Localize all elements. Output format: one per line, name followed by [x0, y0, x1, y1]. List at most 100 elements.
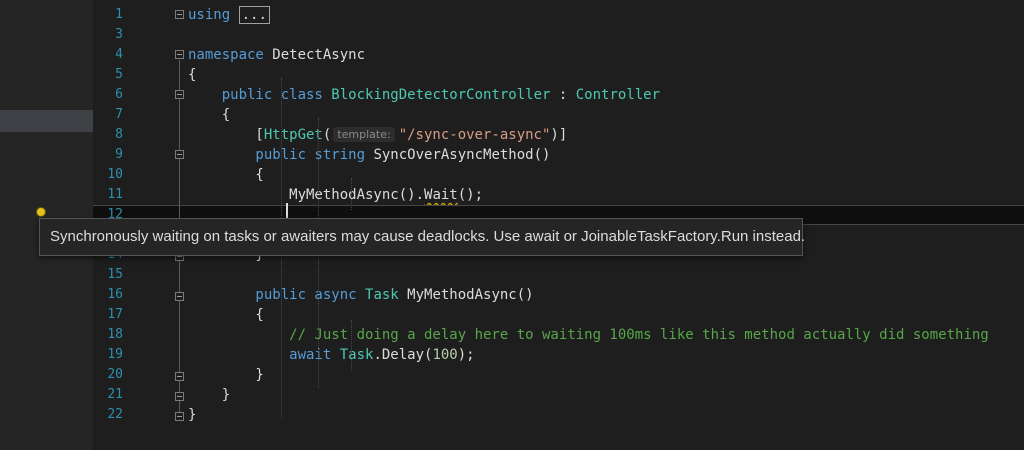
code-token: 100 [432, 347, 458, 363]
line-number: 7 [115, 107, 123, 122]
code-line[interactable]: 5{ [93, 65, 1024, 85]
line-number: 4 [115, 47, 123, 62]
collapse-icon[interactable] [175, 150, 184, 159]
collapse-icon[interactable] [175, 292, 184, 301]
code-text: namespace DetectAsync [188, 45, 365, 65]
code-line[interactable]: 10 { [93, 165, 1024, 185]
code-text: using ... [188, 5, 270, 25]
code-line[interactable]: 6 public class BlockingDetectorControlle… [93, 85, 1024, 105]
diagnostic-tooltip: Synchronously waiting on tasks or awaite… [39, 218, 806, 256]
line-number: 9 [115, 147, 123, 162]
code-token: Task [339, 347, 374, 363]
code-line[interactable]: 9 public string SyncOverAsyncMethod() [93, 145, 1024, 165]
code-text: public class BlockingDetectorController … [188, 85, 660, 105]
code-text: public string SyncOverAsyncMethod() [188, 145, 550, 165]
code-line[interactable]: 8 [HttpGet(template: "/sync-over-async")] [93, 125, 1024, 145]
line-number: 8 [115, 127, 123, 142]
code-token: { [188, 67, 197, 83]
code-token: public async [188, 287, 366, 303]
lightbulb-icon[interactable] [36, 207, 46, 217]
code-line[interactable]: 20 } [93, 365, 1024, 385]
code-line[interactable]: 7 { [93, 105, 1024, 125]
code-text: } [188, 385, 230, 405]
code-token: ( [322, 127, 332, 143]
code-token: HttpGet [263, 127, 323, 143]
code-text: { [188, 165, 264, 185]
code-token: await [188, 347, 340, 363]
indent-guide [351, 178, 352, 210]
code-token: (); [457, 187, 484, 203]
code-text: { [188, 105, 230, 125]
code-text: } [188, 365, 264, 385]
code-token: using [188, 7, 231, 23]
collapse-icon[interactable] [175, 412, 184, 421]
code-token: } [188, 387, 231, 403]
line-number: 22 [107, 407, 123, 422]
code-token: [ [188, 127, 264, 143]
line-number: 5 [115, 67, 123, 82]
code-text: [HttpGet(template: "/sync-over-async")] [188, 125, 567, 145]
code-token: namespace [188, 47, 264, 63]
code-text: { [188, 65, 196, 85]
line-number: 1 [115, 7, 123, 22]
code-token: BlockingDetectorController [331, 87, 551, 103]
code-line[interactable]: 11 MyMethodAsync().Wait(); [93, 185, 1024, 205]
code-token: ); [457, 347, 475, 363]
line-number: 19 [107, 347, 123, 362]
line-number: 15 [107, 267, 123, 282]
code-token: Task [365, 287, 399, 303]
indent-guide [351, 320, 352, 370]
code-line[interactable]: 22} [93, 405, 1024, 425]
code-token: { [188, 107, 231, 123]
line-number: 16 [107, 287, 123, 302]
code-line[interactable]: 1 using ... [93, 5, 1024, 25]
code-token: )] [550, 127, 568, 143]
collapse-icon[interactable] [175, 372, 184, 381]
code-token: ... [238, 6, 270, 24]
code-token: Controller [575, 87, 661, 103]
code-text: } [188, 405, 196, 425]
parameter-hint: template: [333, 127, 395, 142]
code-text: await Task.Delay(100); [188, 345, 475, 365]
collapse-icon[interactable] [175, 90, 184, 99]
code-line[interactable]: 19 await Task.Delay(100); [93, 345, 1024, 365]
code-line[interactable]: 15 [93, 265, 1024, 285]
code-line[interactable]: 17 { [93, 305, 1024, 325]
collapse-icon[interactable] [175, 10, 184, 19]
code-token: public class [188, 87, 332, 103]
code-token: MyMethodAsync(). [188, 187, 425, 203]
collapse-icon[interactable] [175, 50, 184, 59]
line-number: 21 [107, 387, 123, 402]
code-text: { [188, 305, 264, 325]
text-caret [286, 203, 288, 219]
code-token: : [550, 87, 576, 103]
code-token: { [188, 307, 264, 323]
code-token: SyncOverAsyncMethod() [373, 147, 551, 163]
code-token: Wait [424, 187, 458, 203]
code-token: DetectAsync [263, 47, 366, 63]
code-line[interactable]: 3 [93, 25, 1024, 45]
line-number: 10 [107, 167, 123, 182]
collapse-icon[interactable] [175, 392, 184, 401]
code-line[interactable]: 16 public async Task MyMethodAsync() [93, 285, 1024, 305]
selected-tree-item[interactable] [0, 110, 93, 132]
code-token: } [188, 407, 197, 423]
line-number: 17 [107, 307, 123, 322]
code-text: MyMethodAsync().Wait(); [188, 185, 483, 205]
tooltip-message: Synchronously waiting on tasks or awaite… [50, 228, 806, 245]
code-line[interactable]: 4 namespace DetectAsync [93, 45, 1024, 65]
code-token: } [188, 367, 264, 383]
line-number: 3 [115, 27, 123, 42]
code-token: // Just doing a delay here to waiting 10… [188, 327, 989, 343]
code-line[interactable]: 18 // Just doing a delay here to waiting… [93, 325, 1024, 345]
code-token: .Delay( [373, 347, 433, 363]
line-number: 11 [107, 187, 123, 202]
line-number: 18 [107, 327, 123, 342]
code-line[interactable]: 21 } [93, 385, 1024, 405]
code-token: MyMethodAsync() [398, 287, 534, 303]
code-text: // Just doing a delay here to waiting 10… [188, 325, 989, 345]
code-token: { [188, 167, 264, 183]
code-token: "/sync-over-async" [398, 127, 551, 143]
line-number: 6 [115, 87, 123, 102]
